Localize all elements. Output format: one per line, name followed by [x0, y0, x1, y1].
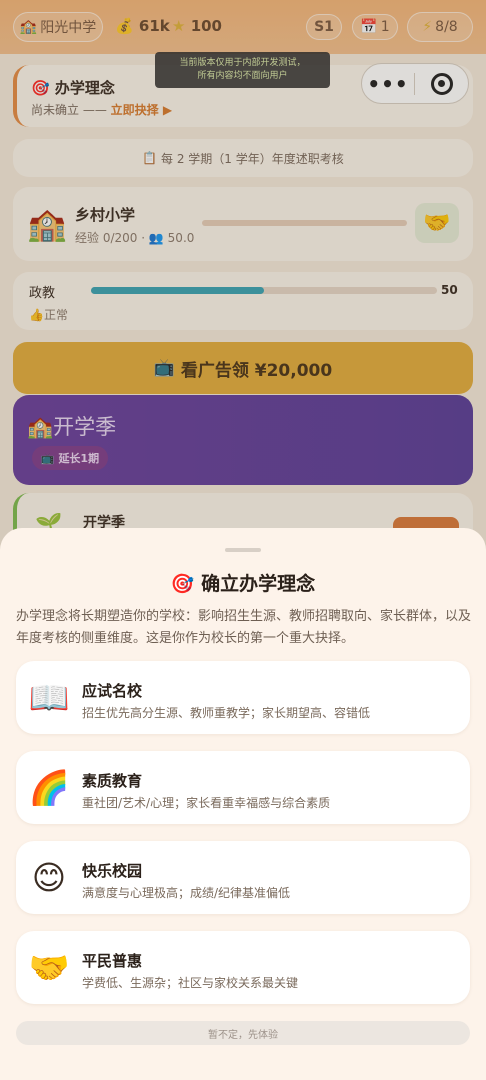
option-affordable-education[interactable]: 🤝 平民普惠 学费低、生源杂；社区与家校关系最关键	[16, 931, 470, 1004]
decide-later-button[interactable]: 暂不定，先体验	[16, 1021, 470, 1045]
handshake-icon: 🤝	[28, 948, 70, 987]
option-desc: 满意度与心理极高；成绩/纪律基准偏低	[82, 886, 291, 900]
sheet-title: 🎯 确立办学理念	[170, 573, 316, 595]
option-happy-campus[interactable]: 😊 快乐校园 满意度与心理极高；成绩/纪律基准偏低	[16, 841, 470, 914]
philosophy-sheet: 🎯 确立办学理念 办学理念将长期塑造你的学校：影响招生生源、教师招聘取向、家长群…	[0, 528, 486, 1080]
option-desc: 招生优先高分生源、教师重教学；家长期望高、容错低	[82, 706, 371, 720]
target-icon: 🎯	[170, 573, 195, 595]
option-title: 应试名校	[82, 682, 143, 700]
option-desc: 学费低、生源杂；社区与家校关系最关键	[82, 976, 299, 990]
option-quality-education[interactable]: 🌈 素质教育 重社团/艺术/心理；家长看重幸福感与综合素质	[16, 751, 470, 824]
book-icon: 📖	[28, 678, 70, 717]
smiley-icon: 😊	[31, 858, 67, 897]
option-title: 素质教育	[82, 772, 143, 790]
option-exam-school[interactable]: 📖 应试名校 招生优先高分生源、教师重教学；家长期望高、容错低	[16, 661, 470, 734]
option-desc: 重社团/艺术/心理；家长看重幸福感与综合素质	[82, 796, 331, 810]
sheet-description: 办学理念将长期塑造你的学校：影响招生生源、教师招聘取向、家长群体，以及年度考核的…	[16, 609, 472, 646]
rainbow-icon: 🌈	[28, 768, 70, 807]
option-title: 快乐校园	[82, 862, 143, 880]
drag-handle[interactable]	[225, 548, 261, 552]
option-title: 平民普惠	[82, 952, 143, 970]
